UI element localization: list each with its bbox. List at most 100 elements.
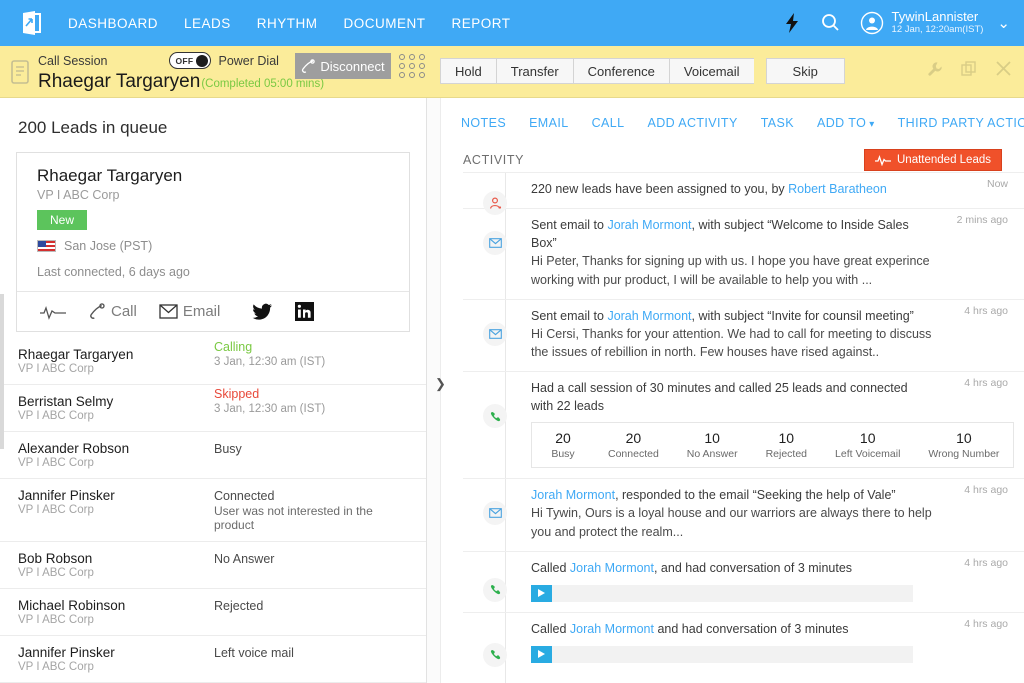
chevron-down-icon[interactable]: ⌄ xyxy=(997,14,1010,32)
activity-link[interactable]: Jorah Mormont xyxy=(570,561,654,575)
pulse-icon xyxy=(875,155,891,166)
door-arrow-logo[interactable] xyxy=(16,8,46,38)
lightning-bolt-icon[interactable] xyxy=(783,12,801,34)
table-row[interactable]: Alexander Robson VP I ABC Corp Busy xyxy=(0,432,426,479)
activity-text: Called xyxy=(531,622,570,636)
tab-task[interactable]: TASK xyxy=(761,116,794,130)
call-action-buttons: Hold Transfer Conference Voicemail Skip xyxy=(440,58,845,84)
lead-card-actions: Call Email xyxy=(17,291,409,331)
tab-notes[interactable]: NOTES xyxy=(461,116,506,130)
list-item[interactable]: 4 hrs ago Sent email to Jorah Mormont, w… xyxy=(463,300,1024,372)
conference-button[interactable]: Conference xyxy=(573,58,669,84)
linkedin-icon[interactable] xyxy=(295,302,314,321)
tab-third-party-actions[interactable]: THIRD PARTY ACTIONS▾ xyxy=(898,116,1024,130)
nav-link-dashboard[interactable]: DASHBOARD xyxy=(68,16,158,31)
call-recording-player[interactable] xyxy=(531,646,913,663)
email-action-label: Email xyxy=(183,303,221,320)
lead-row-role: VP I ABC Corp xyxy=(18,614,214,626)
lead-row-role: VP I ABC Corp xyxy=(18,661,214,673)
app-root: DASHBOARD LEADS RHYTHM DOCUMENT REPORT T… xyxy=(0,0,1024,683)
list-item[interactable]: 4 hrs ago Had a call session of 30 minut… xyxy=(463,372,1024,479)
email-action[interactable]: Email xyxy=(159,303,221,320)
unattended-leads-button[interactable]: Unattended Leads xyxy=(864,149,1002,171)
lead-card-name: Rhaegar Targaryen xyxy=(37,166,393,186)
table-row[interactable]: Jannifer Pinsker VP I ABC Corp Connected… xyxy=(0,479,426,542)
table-row[interactable]: Rhaegar Targaryen VP I ABC Corp Calling … xyxy=(0,338,426,385)
list-item[interactable]: Now 220 new leads have been assigned to … xyxy=(463,172,1024,209)
activity-text-post: , responded to the email “Seeking the he… xyxy=(615,488,896,502)
lead-row-name: Bob Robson xyxy=(18,551,214,566)
transfer-button[interactable]: Transfer xyxy=(496,58,573,84)
power-dial-toggle-state: OFF xyxy=(175,56,193,66)
table-row[interactable]: Jannifer Pinsker VP I ABC Corp Left voic… xyxy=(0,636,426,683)
tab-call[interactable]: CALL xyxy=(592,116,625,130)
stat-value: 10 xyxy=(687,430,738,446)
activity-link[interactable]: Jorah Mormont xyxy=(570,622,654,636)
search-icon[interactable] xyxy=(821,13,840,32)
nav-link-document[interactable]: DOCUMENT xyxy=(344,16,426,31)
disconnect-button[interactable]: Disconnect xyxy=(295,53,391,79)
skip-button[interactable]: Skip xyxy=(766,58,845,84)
lead-row-name: Jannifer Pinsker xyxy=(18,645,214,660)
phone-icon xyxy=(483,404,507,428)
stat-connected: 20 Connected xyxy=(594,423,673,467)
activity-body: Hi Peter, Thanks for signing up with us.… xyxy=(531,252,1006,288)
call-action[interactable]: Call xyxy=(89,303,137,320)
tab-email[interactable]: EMAIL xyxy=(529,116,569,130)
nav-link-rhythm[interactable]: RHYTHM xyxy=(257,16,318,31)
table-row[interactable]: Michael Robinson VP I ABC Corp Rejected xyxy=(0,589,426,636)
stat-label: Rejected xyxy=(766,448,807,460)
stat-label: Busy xyxy=(546,448,580,460)
call-recording-player[interactable] xyxy=(531,585,913,602)
close-icon[interactable] xyxy=(995,60,1012,77)
lead-row-name: Alexander Robson xyxy=(18,441,214,456)
tab-add-to-label: ADD TO xyxy=(817,116,866,130)
lead-row-meta: 3 Jan, 12:30 am (IST) xyxy=(214,403,410,415)
tab-add-activity[interactable]: ADD ACTIVITY xyxy=(647,116,737,130)
hold-button[interactable]: Hold xyxy=(440,58,496,84)
left-panel-scrollbar[interactable] xyxy=(0,294,4,449)
activity-link[interactable]: Jorah Mormont xyxy=(531,488,615,502)
panel-divider: ❯ xyxy=(427,98,441,683)
activity-panel: NOTES EMAIL CALL ADD ACTIVITY TASK ADD T… xyxy=(441,98,1024,683)
voicemail-button[interactable]: Voicemail xyxy=(669,58,754,84)
status-badge: New xyxy=(37,210,87,230)
tab-add-to[interactable]: ADD TO▾ xyxy=(817,116,875,130)
email-icon xyxy=(483,322,507,346)
play-icon[interactable] xyxy=(531,646,552,663)
activity-link[interactable]: Jorah Mormont xyxy=(607,309,691,323)
unattended-leads-label: Unattended Leads xyxy=(897,154,991,166)
leads-queue-panel: 200 Leads in queue Rhaegar Targaryen VP … xyxy=(0,98,427,683)
nav-link-report[interactable]: REPORT xyxy=(452,16,511,31)
notes-document-icon[interactable] xyxy=(10,59,30,85)
lead-list: Rhaegar Targaryen VP I ABC Corp Calling … xyxy=(0,338,426,683)
table-row[interactable]: Berristan Selmy VP I ABC Corp Skipped 3 … xyxy=(0,385,426,432)
pulse-icon[interactable] xyxy=(39,304,67,320)
call-session-stats: 20 Busy 20 Connected 10 No Answer xyxy=(531,422,1014,468)
copy-icon[interactable] xyxy=(961,61,977,77)
lead-row-role: VP I ABC Corp xyxy=(18,504,214,516)
activity-body: Hi Cersi, Thanks for your attention. We … xyxy=(531,325,1006,361)
twitter-icon[interactable] xyxy=(252,303,273,321)
activity-text: Sent email to xyxy=(531,309,607,323)
activity-link[interactable]: Robert Baratheon xyxy=(788,182,887,196)
user-account-menu[interactable]: TywinLannister 12 Jan, 12:20am(IST) ⌄ xyxy=(860,10,1010,35)
list-item[interactable]: 2 mins ago Sent email to Jorah Mormont, … xyxy=(463,209,1024,300)
nav-right-group: TywinLannister 12 Jan, 12:20am(IST) ⌄ xyxy=(783,10,1010,35)
power-dial-toggle[interactable]: OFF xyxy=(169,52,211,69)
list-item[interactable]: 4 hrs ago Called Jorah Mormont and had c… xyxy=(463,613,1024,673)
stat-no-answer: 10 No Answer xyxy=(673,423,752,467)
queue-title: 200 Leads in queue xyxy=(0,98,426,152)
wrench-icon[interactable] xyxy=(927,61,943,77)
activity-link[interactable]: Jorah Mormont xyxy=(607,218,691,232)
us-flag-icon xyxy=(37,240,56,252)
list-item[interactable]: 4 hrs ago Called Jorah Mormont, and had … xyxy=(463,552,1024,613)
stat-value: 20 xyxy=(546,430,580,446)
activity-timestamp: 4 hrs ago xyxy=(964,557,1008,569)
table-row[interactable]: Bob Robson VP I ABC Corp No Answer xyxy=(0,542,426,589)
disconnect-label: Disconnect xyxy=(320,59,384,74)
keypad-grid-icon[interactable] xyxy=(399,54,426,78)
list-item[interactable]: 4 hrs ago Jorah Mormont, responded to th… xyxy=(463,479,1024,551)
play-icon[interactable] xyxy=(531,585,552,602)
nav-link-leads[interactable]: LEADS xyxy=(184,16,231,31)
